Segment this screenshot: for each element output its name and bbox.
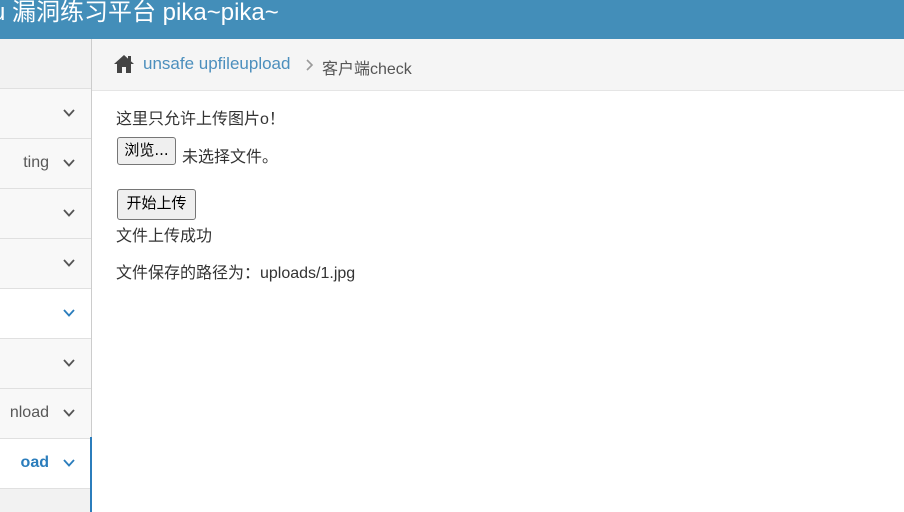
- chevron-down-icon: [63, 159, 75, 167]
- chevron-down-icon: [63, 209, 75, 217]
- sidebar-item-label: oad: [20, 454, 49, 471]
- chevron-right-icon: [306, 59, 314, 71]
- sidebar-item-label: ting: [23, 154, 49, 171]
- sidebar-item-upload[interactable]: oad: [0, 439, 91, 489]
- sidebar-item-label: nload: [9, 404, 49, 421]
- file-selection-status: 未选择文件。: [182, 149, 279, 166]
- breadcrumb-current: 客户端check: [322, 61, 412, 78]
- sidebar-item-3[interactable]: [0, 189, 91, 239]
- top-navbar: u 漏洞练习平台 pika~pika~: [0, 0, 904, 39]
- upload-result-message: 文件上传成功: [116, 228, 213, 245]
- chevron-down-icon: [63, 459, 75, 467]
- sidebar-item-5[interactable]: [0, 289, 91, 339]
- chevron-down-icon: [63, 259, 75, 267]
- sidebar-item-4[interactable]: [0, 239, 91, 289]
- sidebar-item-1[interactable]: [0, 89, 91, 139]
- sidebar-item-6[interactable]: [0, 339, 91, 389]
- chevron-down-icon: [63, 109, 75, 117]
- home-icon[interactable]: [113, 54, 135, 74]
- breadcrumb-link[interactable]: unsafe upfileupload: [143, 54, 290, 74]
- app-brand-title[interactable]: u 漏洞练习平台 pika~pika~: [0, 0, 279, 39]
- chevron-down-icon: [63, 309, 75, 317]
- sidebar-shortcuts: [0, 39, 91, 89]
- chevron-down-icon: [63, 359, 75, 367]
- chevron-down-icon: [63, 409, 75, 417]
- saved-path-message: 文件保存的路径为：uploads/1.jpg: [116, 265, 356, 282]
- sidebar-item-2[interactable]: ting: [0, 139, 91, 189]
- browse-file-button[interactable]: 浏览...: [117, 137, 176, 165]
- sidebar-item-download[interactable]: nload: [0, 389, 91, 439]
- breadcrumb: unsafe upfileupload 客户端check: [92, 39, 904, 91]
- sidebar: ting nload oad: [0, 39, 92, 512]
- upload-instructions: 这里只允许上传图片o！: [116, 111, 285, 128]
- main-content: 这里只允许上传图片o！ 浏览... 未选择文件。 开始上传 文件上传成功 文件保…: [92, 91, 904, 512]
- start-upload-button[interactable]: 开始上传: [117, 189, 196, 220]
